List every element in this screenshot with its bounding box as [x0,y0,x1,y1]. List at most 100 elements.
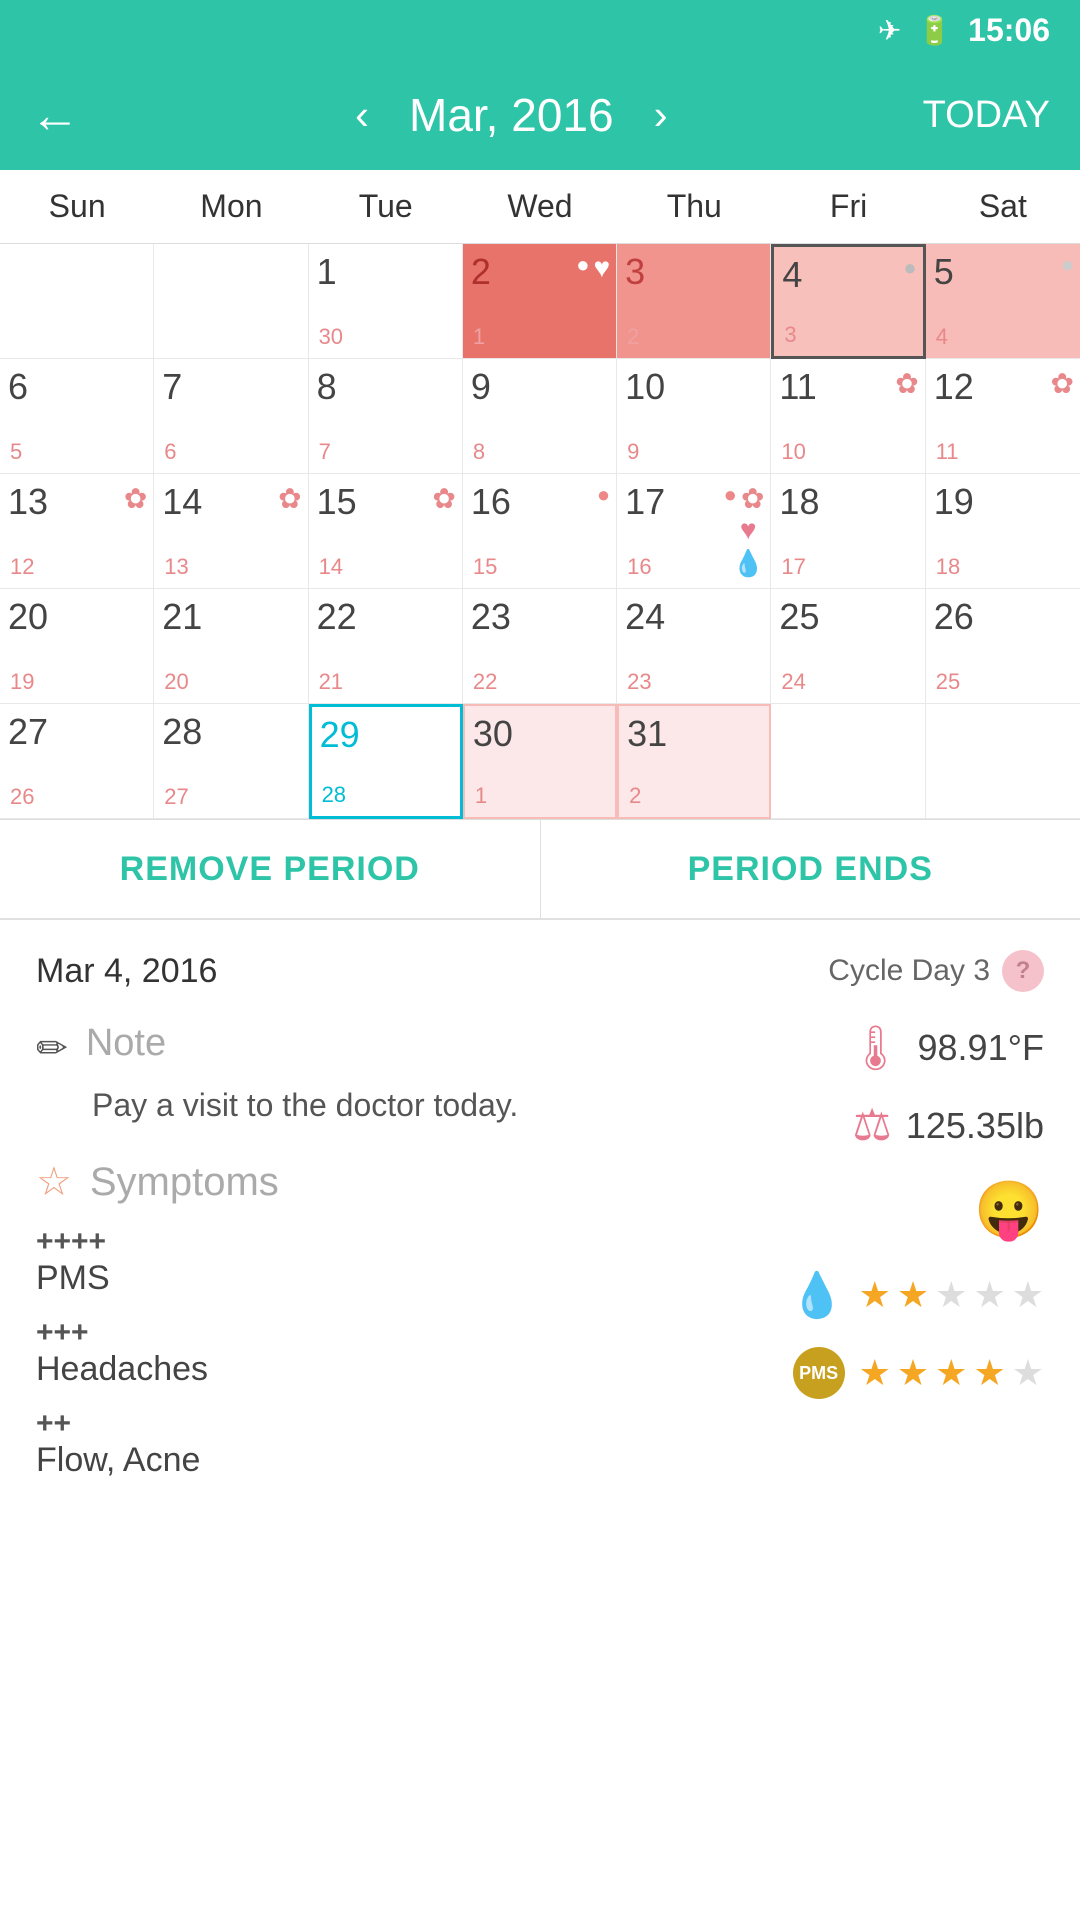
pms-stars: 💧 ★ ★ ★ ★ ★ [790,1269,1044,1321]
day-header-tue: Tue [309,170,463,243]
cal-cell-mar22[interactable]: 22 21 [309,589,463,704]
flower-icon: ✿ [741,482,764,515]
next-month-button[interactable]: › [654,91,668,139]
detail-section: Mar 4, 2016 Cycle Day 3 ? ✏ Note Pay a v… [0,920,1080,1528]
dot-icon: ● [903,255,916,281]
cal-cell-mar15[interactable]: 15 ✿ 14 [309,474,463,589]
cal-cell-mar31[interactable]: 31 2 [617,704,771,819]
cal-cell-mar18[interactable]: 18 17 [771,474,925,589]
cycle-day-label: Cycle Day 3 [828,954,990,988]
airplane-icon: ✈ [878,14,901,47]
calendar-grid: 1 30 2 ● ♥ 1 3 2 4 ● 3 5 ● 4 [0,244,1080,819]
detail-left: ✏ Note Pay a visit to the doctor today. … [36,1022,684,1498]
cal-cell-mar14[interactable]: 14 ✿ 13 [154,474,308,589]
day-header-fri: Fri [771,170,925,243]
cal-cell-mar5[interactable]: 5 ● 4 [926,244,1080,359]
dot-icon: ● [724,482,737,515]
cal-cell-mar9[interactable]: 9 8 [463,359,617,474]
cal-cell-mar6[interactable]: 6 5 [0,359,154,474]
cal-cell-mar24[interactable]: 24 23 [617,589,771,704]
flower-icon: ✿ [278,482,301,515]
scale-icon: ⚖ [852,1100,891,1151]
day-headers: Sun Mon Tue Wed Thu Fri Sat [0,170,1080,244]
cal-cell-mar25[interactable]: 25 24 [771,589,925,704]
cal-cell-empty[interactable] [0,244,154,359]
weight-metric: ⚖ 125.35lb [852,1100,1044,1151]
star-2: ★ [897,1352,929,1394]
cal-cell-empty[interactable] [154,244,308,359]
mood-icon: 😛 [974,1177,1044,1243]
status-bar: ✈ 🔋 15:06 [0,0,1080,60]
cal-cell-mar17[interactable]: 17 ● ✿ ♥ 💧 16 [617,474,771,589]
star-1: ★ [859,1352,891,1394]
cal-cell-mar29[interactable]: 29 28 [309,704,463,819]
cal-cell-mar10[interactable]: 10 9 [617,359,771,474]
day-header-mon: Mon [154,170,308,243]
prev-month-button[interactable]: ‹ [355,91,369,139]
cal-cell-mar21[interactable]: 21 20 [154,589,308,704]
flower-icon: ✿ [895,367,918,400]
cal-cell-mar12[interactable]: 12 ✿ 11 [926,359,1080,474]
star-1: ★ [859,1274,891,1316]
calendar-header: ← ‹ Mar, 2016 › TODAY [0,60,1080,170]
remove-period-button[interactable]: REMOVE PERIOD [0,820,540,918]
cal-cell-mar2[interactable]: 2 ● ♥ 1 [463,244,617,359]
symptom-pms: ++++ PMS [36,1225,684,1298]
today-button[interactable]: TODAY [923,94,1050,137]
cal-cell-mar16[interactable]: 16 ● 15 [463,474,617,589]
star-2: ★ [897,1274,929,1316]
cal-cell-mar3[interactable]: 3 2 [617,244,771,359]
cal-cell-mar8[interactable]: 8 7 [309,359,463,474]
dot-icon: ● [1061,252,1074,278]
pms-star-rating: ★ ★ ★ ★ ★ [859,1274,1044,1316]
calendar: Sun Mon Tue Wed Thu Fri Sat 1 30 2 ● ♥ 1… [0,170,1080,820]
period-ends-button[interactable]: PERIOD ENDS [541,820,1080,918]
cal-cell-empty [926,704,1080,819]
thermometer-icon: 🌡 [848,1022,904,1074]
month-navigation: ‹ Mar, 2016 › [100,88,923,142]
star-icon: ☆ [36,1159,72,1205]
cal-cell-empty [771,704,925,819]
month-title: Mar, 2016 [409,88,614,142]
heart-icon: ♥ [594,252,611,284]
cal-cell-mar28[interactable]: 28 27 [154,704,308,819]
cal-cell-mar27[interactable]: 27 26 [0,704,154,819]
pencil-icon: ✏ [36,1026,68,1071]
detail-right: 🌡 98.91°F ⚖ 125.35lb 😛 💧 ★ ★ ★ ★ ★ [684,1022,1044,1399]
note-label: Note [86,1022,166,1065]
symptom-headaches: +++ Headaches [36,1316,684,1389]
day-header-sat: Sat [926,170,1080,243]
cycle-help-button[interactable]: ? [1002,950,1044,992]
note-text: Pay a visit to the doctor today. [92,1081,684,1129]
cal-cell-mar13[interactable]: 13 ✿ 12 [0,474,154,589]
headaches-stars: PMS ★ ★ ★ ★ ★ [793,1347,1044,1399]
mood-metric: 😛 [974,1177,1044,1243]
cal-cell-mar7[interactable]: 7 6 [154,359,308,474]
headaches-star-rating: ★ ★ ★ ★ ★ [859,1352,1044,1394]
back-button[interactable]: ← [30,86,80,144]
flower-icon: ✿ [432,482,455,515]
cal-cell-mar11[interactable]: 11 ✿ 10 [771,359,925,474]
star-4: ★ [973,1352,1005,1394]
blood-drop-icon: 💧 [790,1269,845,1321]
detail-header: Mar 4, 2016 Cycle Day 3 ? [36,950,1044,992]
cal-cell-mar1[interactable]: 1 30 [309,244,463,359]
cal-cell-mar4[interactable]: 4 ● 3 [771,244,925,359]
heart-icon: ♥ [740,514,757,546]
symptom-flow-acne: ++ Flow, Acne [36,1407,684,1480]
star-3: ★ [935,1352,967,1394]
cal-cell-mar26[interactable]: 26 25 [926,589,1080,704]
cal-cell-mar20[interactable]: 20 19 [0,589,154,704]
detail-date: Mar 4, 2016 [36,952,217,991]
cal-cell-mar23[interactable]: 23 22 [463,589,617,704]
symptoms-section: ☆ Symptoms ++++ PMS +++ Headaches ++ Flo… [36,1159,684,1480]
symptoms-label: Symptoms [90,1160,279,1205]
cal-cell-mar30[interactable]: 30 1 [463,704,617,819]
status-time: 15:06 [968,12,1050,49]
star-3: ★ [935,1274,967,1316]
cal-cell-mar19[interactable]: 19 18 [926,474,1080,589]
flower-icon: ✿ [1051,367,1074,400]
star-5: ★ [1012,1274,1044,1316]
star-5: ★ [1012,1352,1044,1394]
dot-icon: ● [597,482,610,508]
